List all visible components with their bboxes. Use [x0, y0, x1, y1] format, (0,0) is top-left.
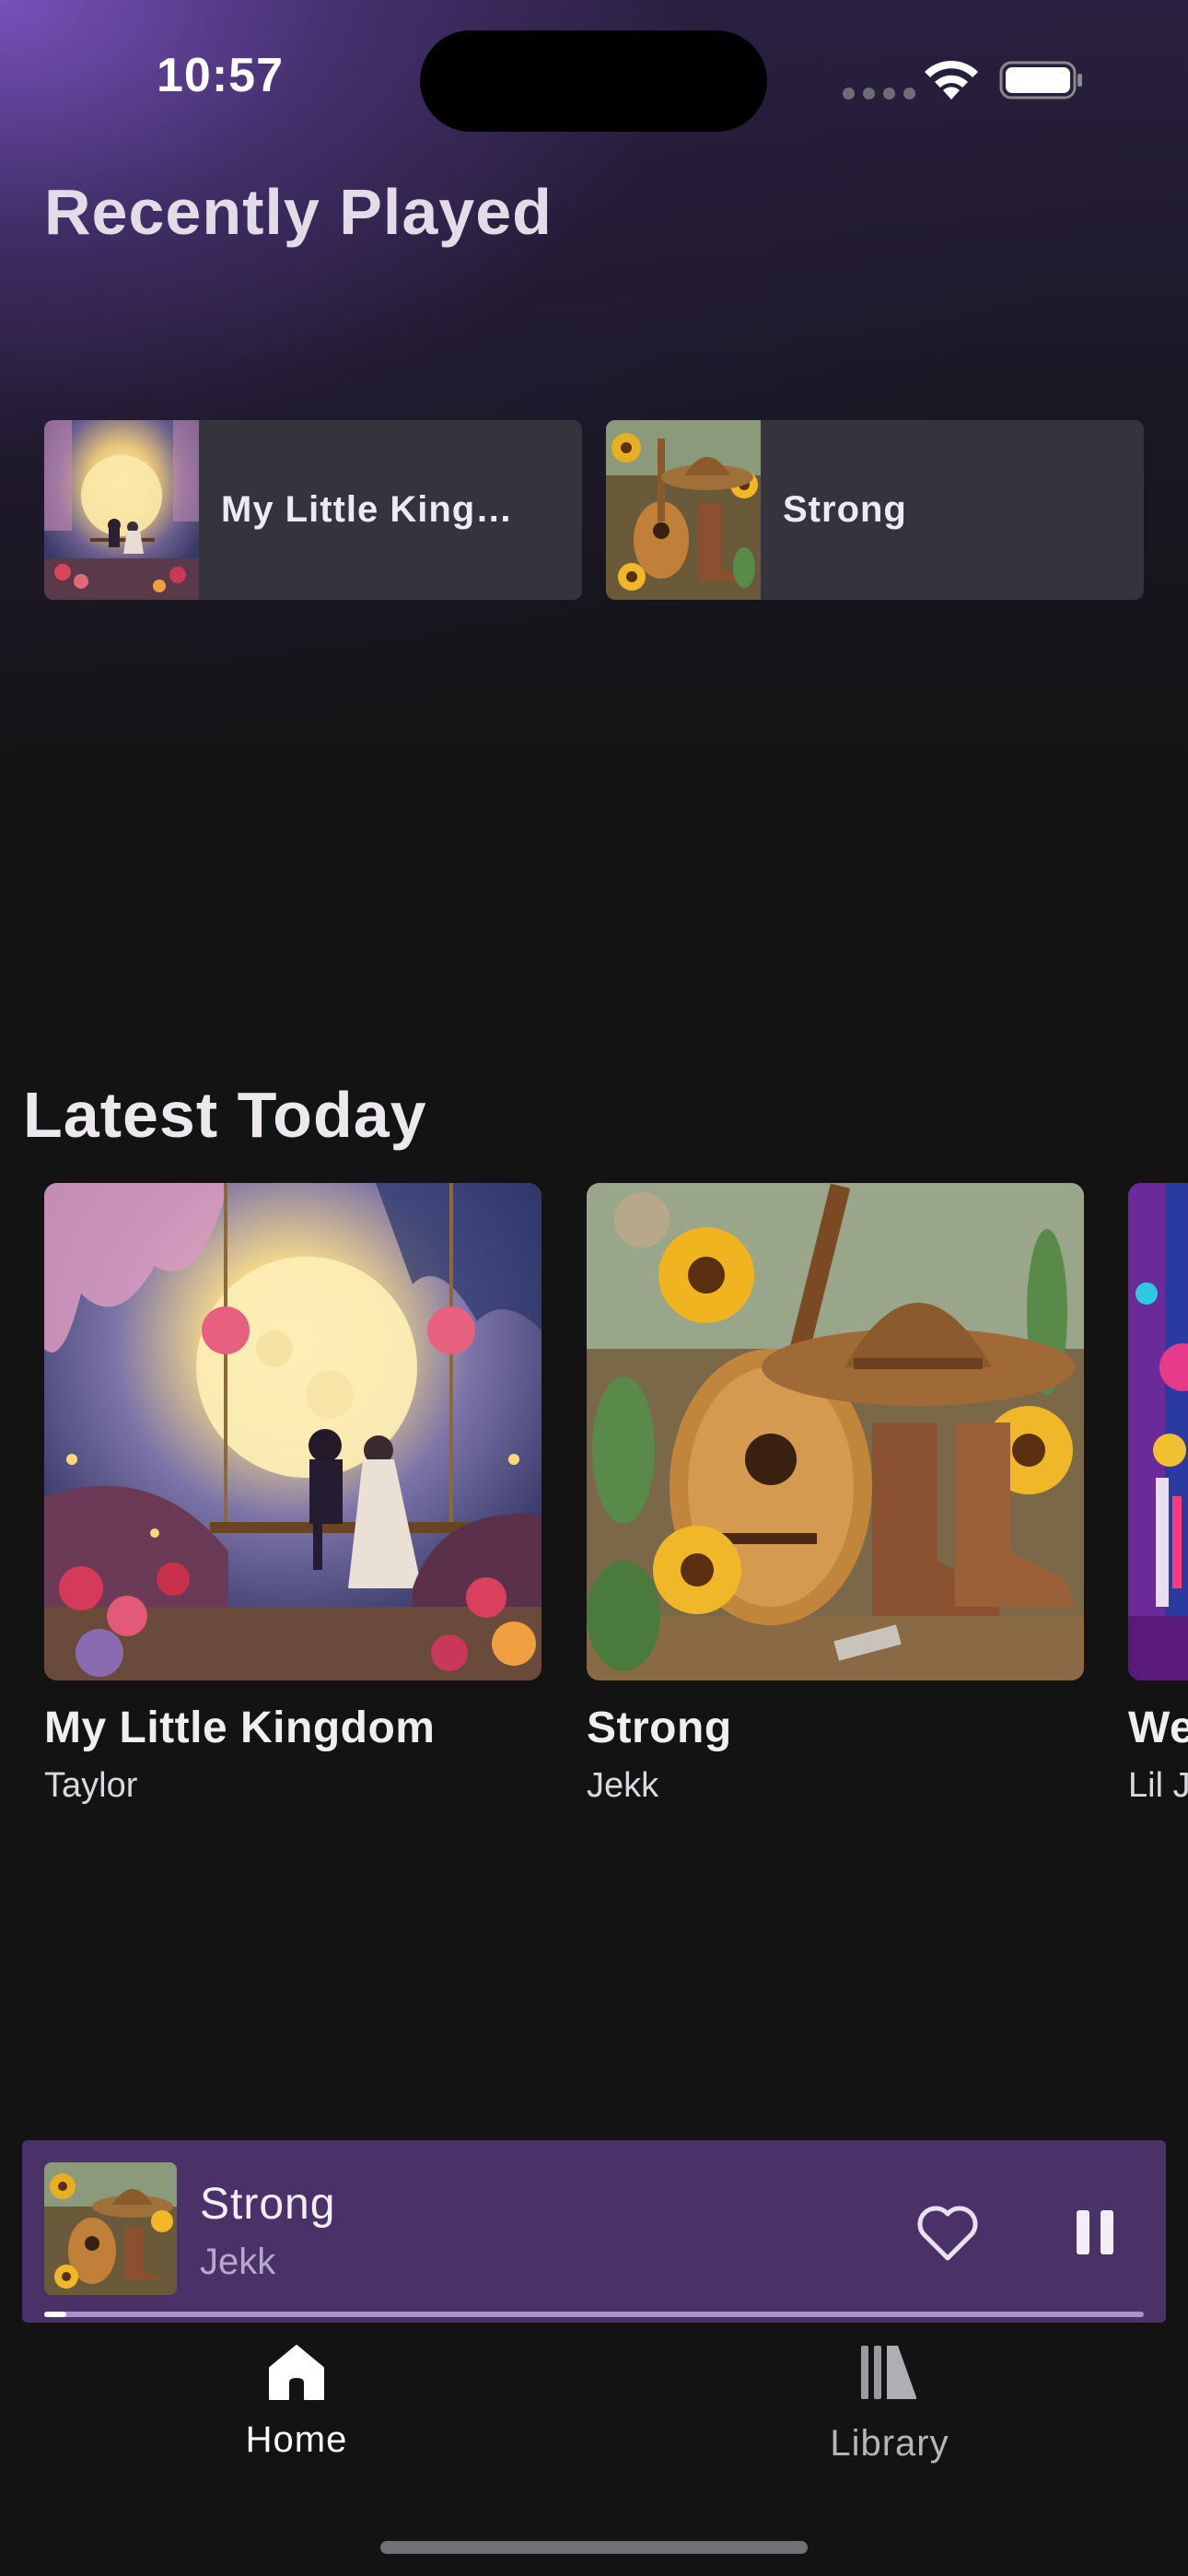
latest-card-title: Strong [587, 1704, 732, 1752]
now-playing-artwork [44, 2162, 177, 2295]
nav-home[interactable]: Home [158, 2340, 435, 2488]
latest-card-artist: Jekk [587, 1766, 659, 1805]
latest-card-strong[interactable]: Strong Jekk [587, 1183, 1084, 1806]
status-bar-time: 10:57 [157, 49, 284, 102]
home-icon [269, 2345, 324, 2400]
recent-item-label: Strong [783, 489, 907, 530]
now-playing-title: Strong [200, 2180, 336, 2229]
nav-library-label: Library [830, 2423, 949, 2464]
dynamic-island [420, 30, 767, 132]
latest-card-title: My Little Kingdom [44, 1704, 436, 1752]
moonlit-swing-artwork [44, 1183, 542, 1680]
latest-today-heading: Latest Today [23, 1079, 427, 1151]
latest-card-title: We [1128, 1704, 1188, 1752]
nav-home-label: Home [245, 2419, 348, 2460]
nav-library[interactable]: Library [751, 2340, 1028, 2488]
heart-outline-icon[interactable] [911, 2195, 984, 2269]
recent-item-my-little-kingdom[interactable]: My Little Kingdom [44, 420, 582, 600]
cowboy-guitar-artwork-thumbnail [606, 420, 761, 600]
cellular-signal-icon [843, 88, 915, 100]
recent-item-label: My Little Kingdom [221, 489, 525, 530]
battery-icon [999, 61, 1082, 100]
recent-item-strong[interactable]: Strong [606, 420, 1144, 600]
home-indicator [380, 2541, 808, 2554]
cowboy-guitar-artwork [587, 1183, 1084, 1680]
colorful-abstract-artwork [1128, 1183, 1188, 1680]
mini-player[interactable]: Strong Jekk [22, 2140, 1166, 2323]
latest-card-artist: Lil J [1128, 1766, 1188, 1805]
now-playing-artist: Jekk [200, 2242, 276, 2282]
moonlit-swing-artwork-thumbnail [44, 420, 199, 600]
wifi-icon [925, 60, 978, 100]
latest-card-artist: Taylor [44, 1766, 138, 1805]
pause-icon[interactable] [1058, 2195, 1132, 2269]
playback-progress-fill [44, 2312, 66, 2317]
latest-card-my-little-kingdom[interactable]: My Little Kingdom Taylor [44, 1183, 542, 1806]
playback-progress-bar[interactable] [44, 2312, 1144, 2317]
recently-played-heading: Recently Played [44, 176, 553, 248]
latest-card-partial[interactable]: We Lil J [1128, 1183, 1188, 1806]
library-icon [861, 2346, 916, 2399]
